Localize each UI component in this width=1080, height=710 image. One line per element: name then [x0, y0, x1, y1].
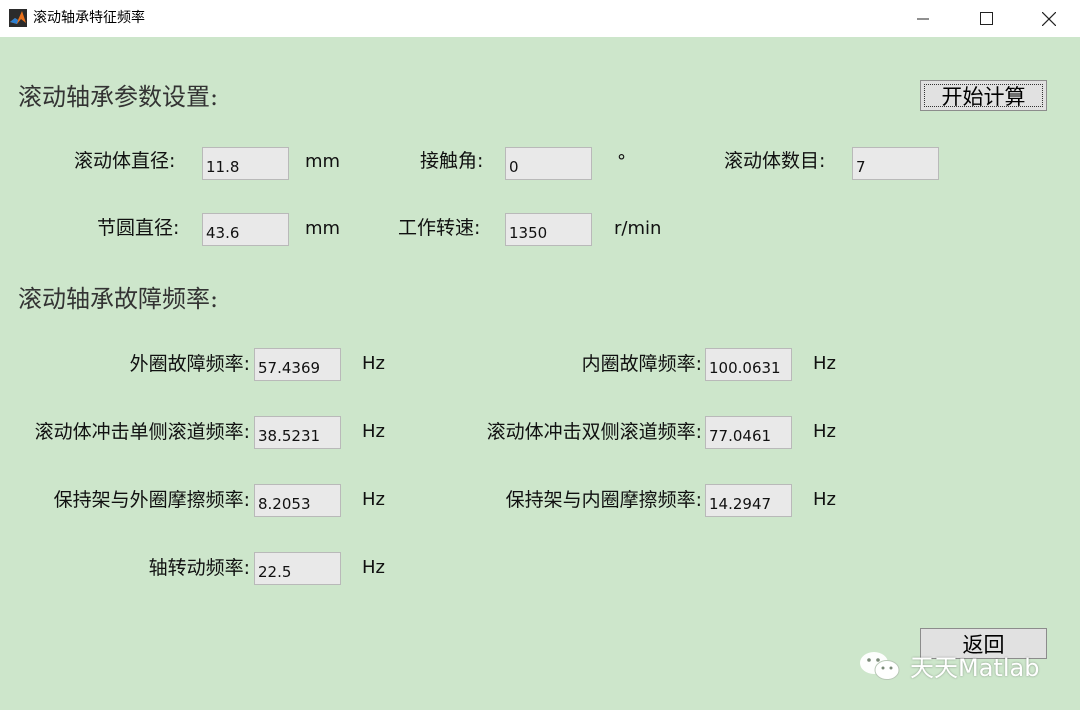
contact-angle-field[interactable]	[505, 147, 592, 180]
speed-label: 工作转速:	[398, 217, 481, 239]
cage-outer-label: 保持架与外圈摩擦频率:	[53, 489, 250, 511]
shaft-field[interactable]	[254, 552, 341, 585]
results-heading: 滚动轴承故障频率:	[18, 285, 219, 313]
inner-race-label: 内圈故障频率:	[581, 353, 702, 375]
cage-inner-field[interactable]	[705, 484, 792, 517]
shaft-label: 轴转动频率:	[148, 557, 250, 579]
ball-single-label: 滚动体冲击单侧滚道频率:	[34, 421, 250, 443]
ball-count-label: 滚动体数目:	[724, 150, 826, 172]
matlab-logo-icon	[9, 9, 27, 27]
outer-race-unit: Hz	[362, 353, 385, 374]
window-title: 滚动轴承特征频率	[33, 10, 145, 26]
cage-inner-unit: Hz	[813, 489, 836, 510]
outer-race-field[interactable]	[254, 348, 341, 381]
ball-count-field[interactable]	[852, 147, 939, 180]
close-icon	[1042, 11, 1056, 26]
ball-diameter-label: 滚动体直径:	[74, 150, 176, 172]
cage-outer-field[interactable]	[254, 484, 341, 517]
ball-double-label: 滚动体冲击双侧滚道频率:	[486, 421, 702, 443]
ball-double-unit: Hz	[813, 421, 836, 442]
ball-double-field[interactable]	[705, 416, 792, 449]
ball-diameter-unit: mm	[305, 151, 341, 172]
inner-race-unit: Hz	[813, 353, 836, 374]
contact-angle-label: 接触角:	[420, 150, 484, 172]
pitch-diameter-label: 节圆直径:	[97, 217, 180, 239]
pitch-diameter-unit: mm	[305, 218, 341, 239]
minimize-icon	[917, 18, 929, 19]
ball-diameter-field[interactable]	[202, 147, 289, 180]
minimize-button[interactable]	[900, 0, 946, 37]
params-heading: 滚动轴承参数设置:	[18, 83, 219, 111]
ball-single-unit: Hz	[362, 421, 385, 442]
outer-race-label: 外圈故障频率:	[129, 353, 250, 375]
wechat-icon	[860, 651, 900, 680]
contact-angle-unit: °	[617, 151, 626, 172]
cage-outer-unit: Hz	[362, 489, 385, 510]
ball-single-field[interactable]	[254, 416, 341, 449]
pitch-diameter-field[interactable]	[202, 213, 289, 246]
speed-field[interactable]	[505, 213, 592, 246]
cage-inner-label: 保持架与内圈摩擦频率:	[505, 489, 702, 511]
watermark: 天天Matlab	[858, 648, 1039, 683]
watermark-text: 天天Matlab	[910, 654, 1040, 682]
maximize-button[interactable]	[963, 0, 1009, 37]
maximize-icon	[979, 12, 993, 25]
close-button[interactable]	[1026, 0, 1072, 37]
inner-race-field[interactable]	[705, 348, 792, 381]
start-calc-button[interactable]: 开始计算	[920, 80, 1047, 111]
shaft-unit: Hz	[362, 557, 385, 578]
title-bar: 滚动轴承特征频率	[0, 0, 1080, 37]
speed-unit: r/min	[614, 218, 662, 239]
